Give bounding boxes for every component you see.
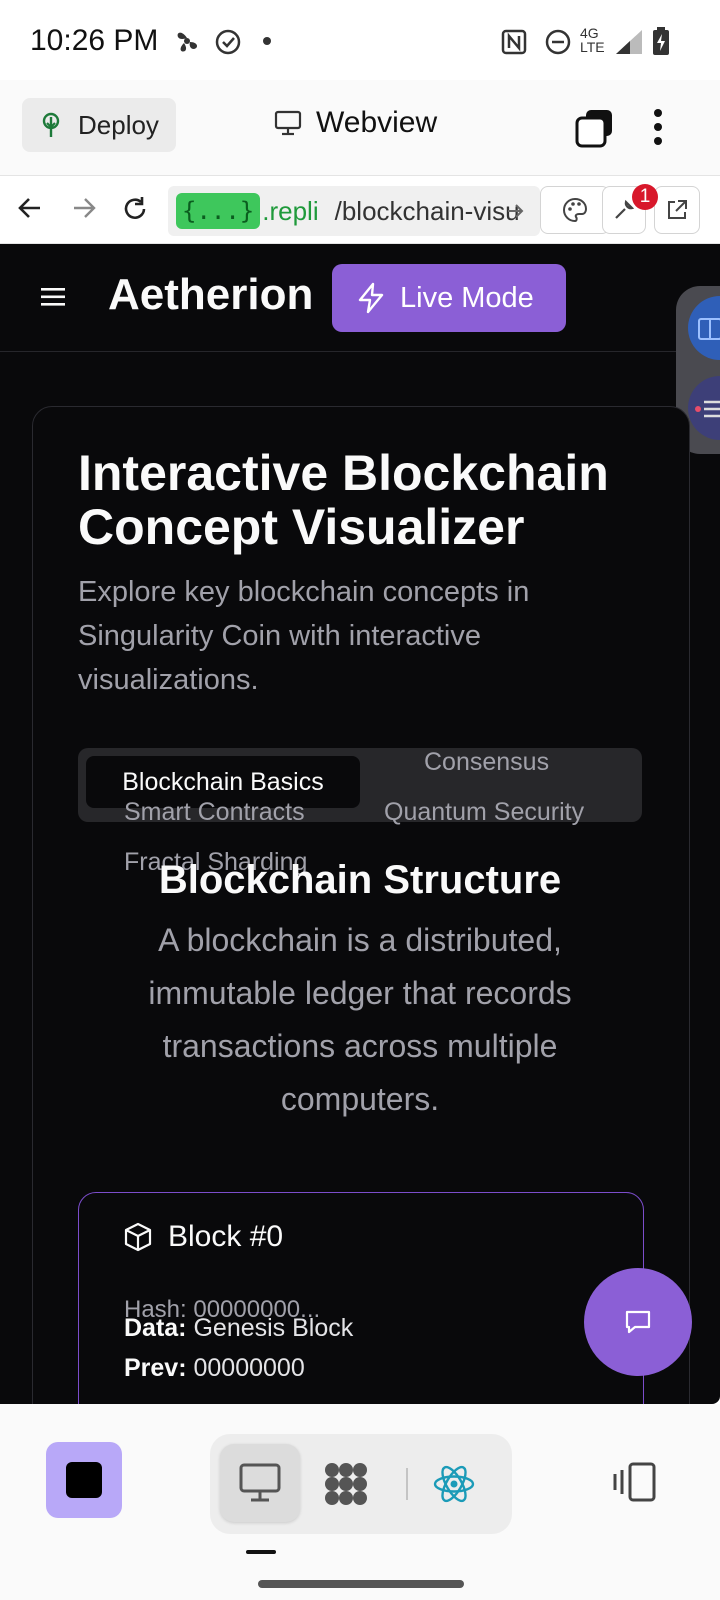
webview-tab-title[interactable]: Webview [274,106,437,140]
tabs-icon[interactable] [574,108,614,148]
deploy-button[interactable]: Deploy [22,98,176,152]
chat-button[interactable] [584,1268,692,1376]
home-indicator[interactable] [258,1580,464,1588]
desktop-view-icon[interactable] [238,1462,282,1504]
page-description: Explore key blockchain concepts in Singu… [78,576,530,696]
url-input[interactable]: {...} .repli /blockchain-visu [168,186,540,236]
url-path: /blockchain-visu [334,195,520,226]
deploy-label: Deploy [78,109,159,140]
chat-icon [625,1310,651,1334]
stop-icon [66,1462,102,1498]
lightning-icon [358,282,384,314]
block-data-label: Data: [124,1314,187,1342]
block-title: Block #0 [168,1220,284,1253]
menu-icon[interactable] [40,286,66,308]
cube-icon [124,1222,152,1252]
dnd-icon [545,29,571,55]
workspace-bottom-bar [0,1404,720,1600]
forward-arrow-icon[interactable] [70,194,98,222]
palette-icon [563,197,588,223]
block-data-value: Genesis Block [193,1314,354,1342]
block-prev-label: Prev: [124,1354,187,1382]
network-type: 4G LTE [580,25,605,55]
react-icon[interactable] [432,1462,476,1506]
block-prev-row: Prev: 00000000 [124,1354,305,1383]
monitor-icon [274,110,302,136]
check-circle-icon [215,29,241,55]
status-bar: 10:26 PM 4G LTE [0,0,720,80]
network-graph-icon[interactable] [322,1460,370,1508]
block-prev-value: 00000000 [193,1354,305,1382]
tab-smart-contracts[interactable]: Smart Contracts [124,798,305,827]
section-title: Blockchain Structure [158,858,562,902]
external-link-icon [668,200,687,219]
section-description: A blockchain is a distributed, immutable… [148,922,572,1117]
block-header: Block #0 [124,1220,283,1254]
workspace-header: Deploy Webview [0,80,720,176]
back-arrow-icon[interactable] [16,194,44,222]
nfc-icon [501,29,527,55]
page-title: Interactive Blockchain Concept Visualize… [78,445,609,555]
theme-button[interactable] [540,186,610,234]
reload-icon[interactable] [120,194,150,224]
repl-badge: {...} [176,193,261,229]
webview-content: Aetherion Live Mode Interactive Blockcha… [0,244,720,1404]
tab-consensus[interactable]: Consensus [424,748,549,777]
open-external-button[interactable] [654,186,700,234]
dot-icon [263,37,271,45]
signal-icon [616,30,642,54]
stop-button[interactable] [46,1442,122,1518]
panel-layout-icon[interactable] [612,1460,658,1504]
go-arrow-icon[interactable] [506,200,526,222]
app-navbar: Aetherion Live Mode [0,244,720,352]
active-view-underline [246,1550,276,1554]
view-divider [406,1468,408,1500]
url-host: .repli [262,195,319,226]
status-time: 10:26 PM [30,24,159,57]
brand-logo-text[interactable]: Aetherion [108,270,313,320]
more-options-icon[interactable] [652,108,664,146]
tab-quantum-security[interactable]: Quantum Security [384,798,584,827]
live-mode-button[interactable]: Live Mode [332,264,566,332]
webview-label: Webview [316,106,438,139]
url-bar: {...} .repli /blockchain-visu [0,176,720,244]
fan-icon [177,32,198,52]
battery-icon [653,27,669,55]
deploy-icon [42,112,60,137]
devtools-badge: 1 [632,184,658,210]
block-data-row: Data: Genesis Block [124,1314,353,1343]
live-mode-label: Live Mode [400,281,534,314]
